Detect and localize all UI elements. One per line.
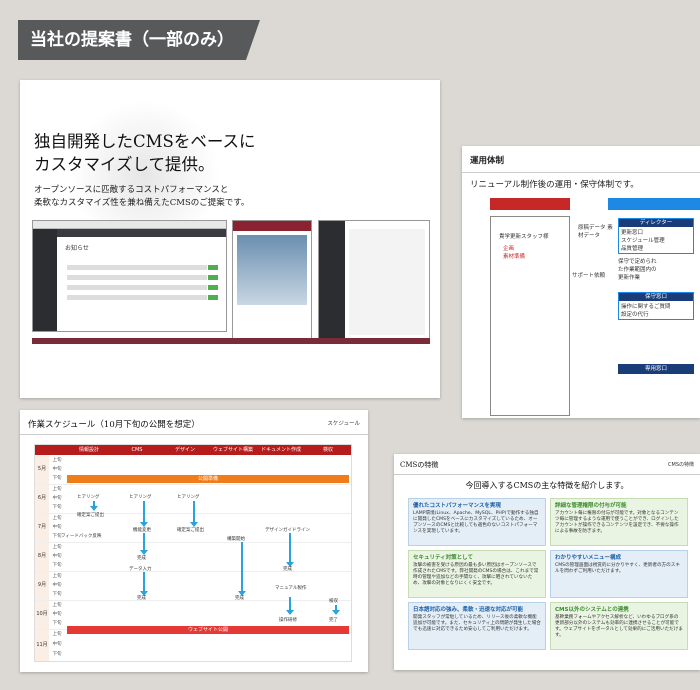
launch-bar: ウェブサイト公開 xyxy=(67,626,349,634)
month-10: 10月 xyxy=(35,600,49,629)
col-docs: ドキュメント作成 xyxy=(260,447,301,453)
month-6: 6月 xyxy=(35,484,49,513)
schedule-card: 作業スケジュール（10月下旬の公開を想定） スケジュール 情報設計 CMS デザ… xyxy=(20,410,368,672)
screen-title: お知らせ xyxy=(65,245,89,252)
feature-integration: CMS以外のシステムとの連携 基幹業務フォームやアクセス解析など、いわゆるブログ系… xyxy=(550,602,688,650)
desc-line1: オープンソースに匹敵するコストパフォーマンスと xyxy=(34,185,229,195)
maint-note: 保守で定められた作業範囲内の更新作業 xyxy=(618,259,657,281)
support-label: サポート依頼 xyxy=(572,273,606,279)
task-arrow xyxy=(286,597,294,615)
cms-intro-card: 独自開発したCMSをベースに カスタマイズして提供。 オープンソースに匹敵するコ… xyxy=(20,80,440,398)
vendor-header xyxy=(608,198,700,210)
intro-description: オープンソースに匹敵するコストパフォーマンスと 柔軟なカスタマイズ性を兼ね備えた… xyxy=(34,184,414,210)
director-box: ディレクター 更新窓口 スケジュール管理 品質管理 xyxy=(618,218,694,254)
feature-permissions: 詳細な管理権限の付与が可能 アカウント毎に権限の付与が可能です。対象となるコンテン… xyxy=(550,498,688,546)
feature-security: セキュリティ対策として 攻撃の被害を受ける原因の最も多い原因はオープンソースで作成… xyxy=(408,550,546,598)
features-tag: CMSの特徴 xyxy=(668,462,694,468)
header-tag: 当社の提案書（一部のみ） xyxy=(18,20,260,60)
feature-cost: 優れたコストパフォーマンスを実現 LAMP環境(Linux、Apache、MySQ… xyxy=(408,498,546,546)
headline-line1: 独自開発したCMSをベースに xyxy=(34,132,256,151)
month-9: 9月 xyxy=(35,571,49,600)
month-8: 8月 xyxy=(35,542,49,571)
col-cms: CMS xyxy=(131,447,143,453)
intro-headline: 独自開発したCMSをベースに カスタマイズして提供。 xyxy=(34,130,334,176)
admin-screenshot: お知らせ xyxy=(32,220,227,332)
screenshot-band xyxy=(32,338,430,344)
kickoff-bar: 公開準備 xyxy=(67,475,349,483)
editor-screenshot xyxy=(318,220,430,340)
site-screenshot xyxy=(232,220,312,340)
feature-support: 日本語対応の強み、柔軟・迅速な対応が可能 開発スタッフが常駐しているため、リリース… xyxy=(408,602,546,650)
month-7: 7月 xyxy=(35,513,49,542)
flow-data-label: 原稿データ 素材データ xyxy=(578,225,613,239)
maint-box: 保守窓口 操作に関するご質問 設定の代行 xyxy=(618,292,694,320)
task-arrow xyxy=(140,572,148,596)
client-header xyxy=(490,198,570,210)
month-5: 5月 xyxy=(35,455,49,484)
task-arrow xyxy=(140,501,148,527)
task-arrow xyxy=(140,533,148,555)
task-arrow xyxy=(332,605,340,615)
features-subtitle: 今回導入するCMSの主な特徴を紹介します。 xyxy=(465,481,629,490)
operation-structure-card: 運用体制 リニューアル制作後の運用・保守体制です。 貴学更新スタッフ様 企画 素… xyxy=(462,146,700,418)
task-arrow xyxy=(90,501,98,511)
schedule-tag: スケジュール xyxy=(327,421,360,427)
task-arrow xyxy=(190,501,198,527)
month-11: 11月 xyxy=(35,629,49,661)
operation-subtitle: リニューアル制作後の運用・保守体制です。 xyxy=(470,180,639,190)
task-arrow xyxy=(286,533,294,567)
col-inspection: 検収 xyxy=(322,447,333,453)
features-title: CMSの特徴 xyxy=(400,461,439,469)
feature-menu: わかりやすいメニュー構成 CMSの管理画面は視覚的に分かりやすく、更新者の方のスキ… xyxy=(550,550,688,598)
headline-line2: カスタマイズして提供。 xyxy=(34,155,215,174)
col-design: デザイン xyxy=(174,447,195,453)
client-box: 貴学更新スタッフ様 企画 素材準備 xyxy=(490,216,570,416)
schedule-title: 作業スケジュール（10月下旬の公開を想定） xyxy=(28,420,200,430)
desc-line2: 柔軟なカスタマイズ性を兼ね備えたCMSのご提案です。 xyxy=(34,198,250,208)
col-build: ウェブサイト構築 xyxy=(212,447,253,453)
schedule-header: 情報設計 CMS デザイン ウェブサイト構築 ドキュメント作成 検収 xyxy=(35,445,351,455)
task-arrow xyxy=(238,542,246,596)
schedule-grid: 情報設計 CMS デザイン ウェブサイト構築 ドキュメント作成 検収 5月 6月… xyxy=(34,444,352,662)
dedicated-window: 専用窓口 xyxy=(618,364,694,374)
col-info-design: 情報設計 xyxy=(78,447,99,453)
operation-title: 運用体制 xyxy=(470,156,505,166)
cms-features-card: CMSの特徴 CMSの特徴 今回導入するCMSの主な特徴を紹介します。 優れたコ… xyxy=(394,454,700,670)
